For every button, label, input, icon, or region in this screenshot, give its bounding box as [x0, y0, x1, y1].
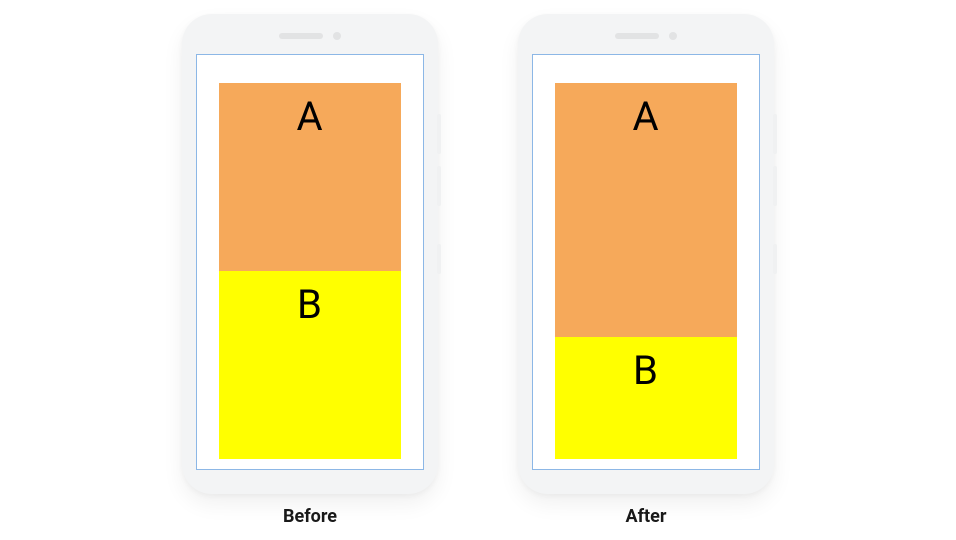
layout-content: A B [219, 83, 401, 459]
speaker-icon [615, 33, 659, 39]
phone-before: A B Before [182, 14, 438, 527]
phone-notch [615, 32, 677, 40]
phone-frame: A B [182, 14, 438, 494]
caption-before: Before [283, 506, 337, 527]
speaker-icon [279, 33, 323, 39]
phone-screen: A B [196, 54, 424, 470]
phone-notch [279, 32, 341, 40]
caption-after: After [626, 506, 667, 527]
block-a: A [219, 83, 401, 271]
block-a: A [555, 83, 737, 338]
side-button-icon [773, 114, 777, 154]
phone-after: A B After [518, 14, 774, 527]
side-button-icon [773, 166, 777, 206]
side-button-icon [437, 114, 441, 154]
block-b: B [219, 271, 401, 459]
layout-content: A B [555, 83, 737, 459]
side-button-icon [773, 244, 777, 274]
phone-frame: A B [518, 14, 774, 494]
side-button-icon [437, 166, 441, 206]
block-b: B [555, 337, 737, 458]
phone-screen: A B [532, 54, 760, 470]
camera-icon [669, 32, 677, 40]
side-button-icon [437, 244, 441, 274]
camera-icon [333, 32, 341, 40]
